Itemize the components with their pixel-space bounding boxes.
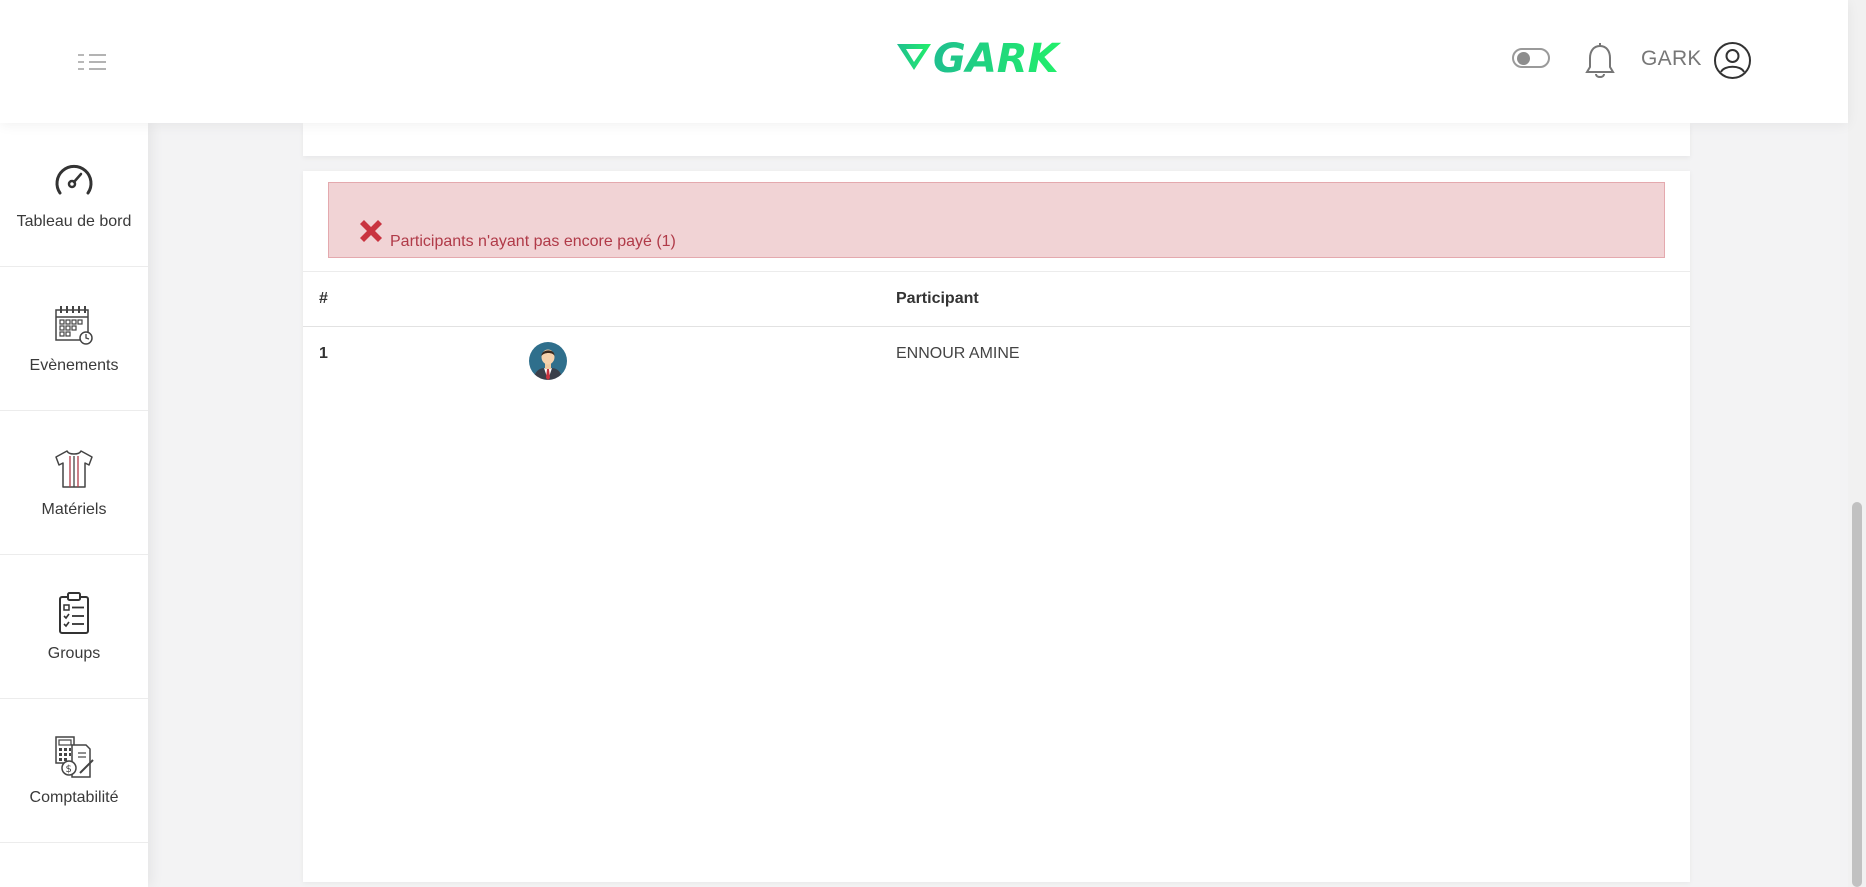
jersey-icon (55, 449, 93, 488)
theme-toggle[interactable] (1512, 48, 1550, 68)
header-participant: Participant (896, 290, 979, 307)
accounting-icon: $ (55, 735, 94, 778)
sidebar-item-label: Groups (47, 644, 101, 662)
participants-card: Participants n'ayant pas encore payé (1)… (303, 171, 1690, 882)
sidebar-item-events[interactable]: Evènements (0, 267, 148, 411)
speedometer-icon (55, 164, 93, 194)
logo-text: GARK (933, 38, 1062, 78)
table-header: # Participant (303, 271, 1690, 327)
header-number: # (319, 290, 328, 307)
sidebar-item-label: Comptabilité (29, 788, 119, 806)
alert-message: Participants n'ayant pas encore payé (1) (390, 233, 676, 250)
toggle-knob (1517, 52, 1530, 65)
top-header: GARK GARK (0, 0, 1848, 123)
top-card (303, 123, 1690, 156)
menu-icon[interactable] (76, 52, 108, 72)
sidebar-item-dashboard[interactable]: Tableau de bord (0, 123, 148, 267)
gark-logo[interactable]: GARK (897, 38, 1102, 78)
sidebar-item-materials[interactable]: Matériels (0, 411, 148, 555)
sidebar-item-label: Matériels (41, 500, 107, 518)
row-number: 1 (319, 345, 328, 362)
username-label[interactable]: GARK (1641, 47, 1702, 71)
svg-text:$: $ (66, 764, 72, 775)
sidebar-item-groups[interactable]: Groups (0, 555, 148, 699)
participants-table: # Participant 1 ENNOUR AMINE (303, 271, 1690, 387)
clipboard-checklist-icon (59, 591, 89, 634)
sidebar-item-accounting[interactable]: $ Comptabilité (0, 699, 148, 843)
close-x-icon (360, 220, 382, 242)
calendar-icon (55, 305, 93, 345)
user-circle-icon[interactable] (1713, 41, 1752, 80)
avatar-icon (529, 342, 567, 380)
table-row[interactable]: 1 ENNOUR AMINE (303, 327, 1690, 387)
bell-icon[interactable] (1584, 42, 1616, 80)
sidebar-item-label: Evènements (29, 356, 119, 374)
participant-name[interactable]: ENNOUR AMINE (896, 345, 1020, 363)
scrollbar-thumb[interactable] (1852, 502, 1862, 887)
sidebar: Tableau de bord Evènements Matériels Gro… (0, 123, 148, 887)
sidebar-item-label: Tableau de bord (16, 212, 132, 230)
unpaid-alert: Participants n'ayant pas encore payé (1) (328, 182, 1665, 258)
